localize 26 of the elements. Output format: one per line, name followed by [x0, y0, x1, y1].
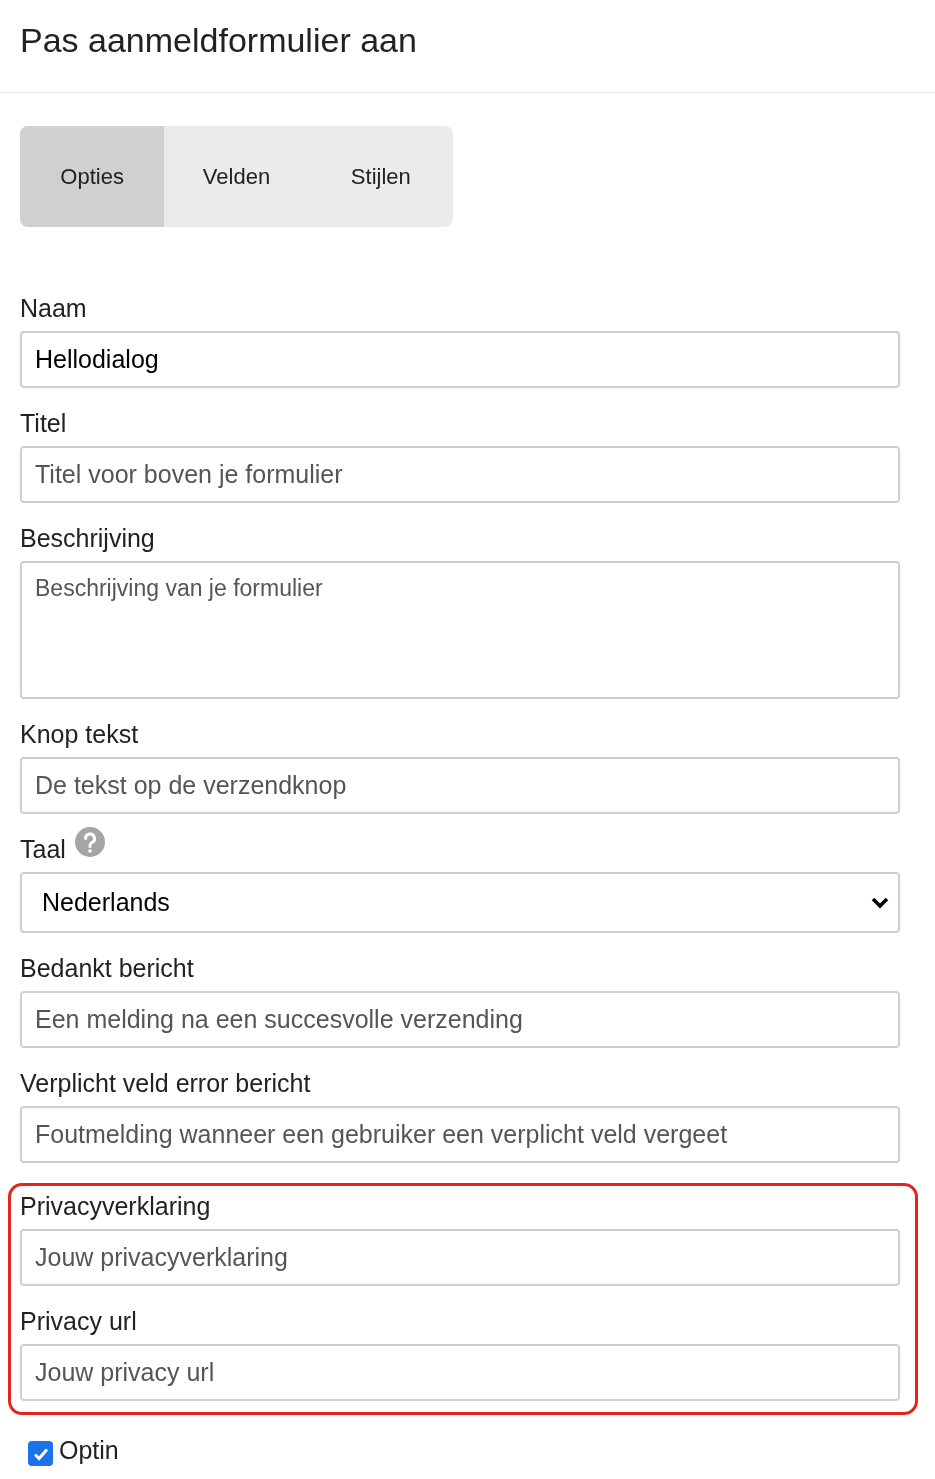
text-field[interactable]: Jouw privacyverklaring	[20, 1229, 900, 1286]
text-field[interactable]: Titel voor boven je formulier	[20, 446, 900, 503]
tab[interactable]: Velden	[164, 126, 309, 227]
text-field[interactable]: Foutmelding wanneer een gebruiker een verplicht veld vergeet	[20, 1106, 900, 1163]
text-field[interactable]: De tekst op de verzendknop	[20, 757, 900, 814]
text-field[interactable]: Een melding na een succesvolle verzending	[20, 991, 900, 1048]
page-title: Pas aanmeldformulier aan	[20, 20, 418, 61]
field-label: Privacyverklaring	[20, 1191, 211, 1221]
text-field[interactable]: Hellodialog	[20, 331, 900, 388]
help-icon[interactable]	[73, 826, 106, 858]
field-label: Knop tekst	[20, 719, 139, 749]
select-field[interactable]: Nederlands	[20, 872, 900, 933]
tab[interactable]: Stijlen	[308, 126, 453, 227]
field-label: Titel	[20, 408, 67, 438]
checkbox-label: Optin	[59, 1436, 119, 1465]
tab[interactable]: Opties	[20, 126, 165, 227]
field-label: Naam	[20, 293, 87, 323]
text-area[interactable]: Beschrijving van je formulier	[20, 561, 900, 699]
field-label: Beschrijving	[20, 523, 155, 553]
field-label: Taal	[20, 834, 66, 864]
field-label: Privacy url	[20, 1306, 137, 1336]
text-field[interactable]: Jouw privacy url	[20, 1344, 900, 1401]
field-label: Bedankt bericht	[20, 953, 194, 983]
field-label: Verplicht veld error bericht	[20, 1068, 311, 1098]
chevron-down-icon	[870, 895, 890, 910]
checkbox[interactable]	[28, 1441, 53, 1466]
